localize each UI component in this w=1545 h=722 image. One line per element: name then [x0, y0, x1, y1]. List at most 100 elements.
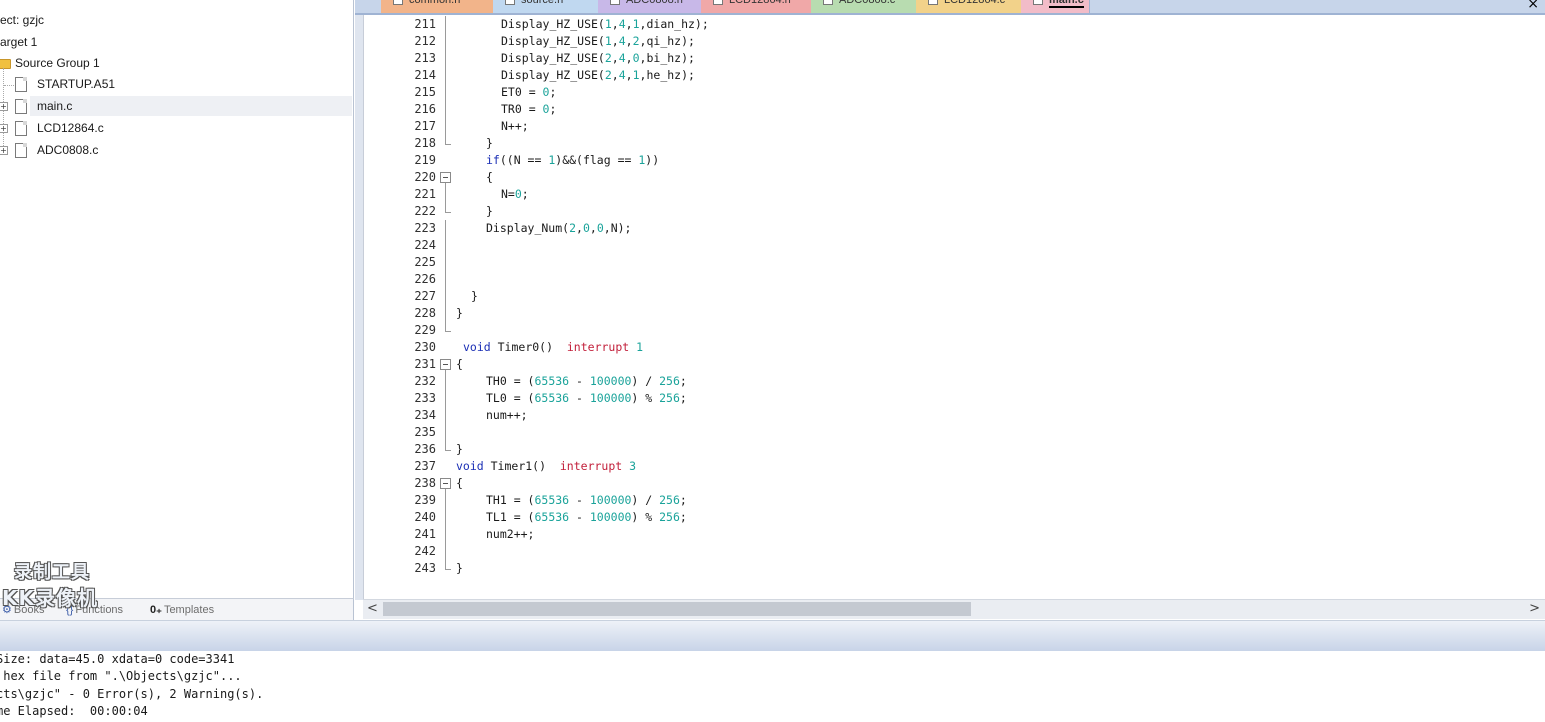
- file-icon: [823, 0, 833, 5]
- templates-icon: 0₊: [150, 604, 162, 616]
- line-number: 230: [414, 340, 436, 354]
- code-line: num2++;: [486, 527, 535, 541]
- target-label: arget 1: [0, 35, 38, 49]
- file-node-main[interactable]: main.c: [30, 96, 352, 116]
- build-output-line: hex file from ".\Objects\gzjc"...: [0, 669, 242, 683]
- code-line: {: [456, 476, 463, 490]
- horizontal-scrollbar[interactable]: < >: [363, 599, 1545, 619]
- project-root[interactable]: ect: gzjc: [0, 10, 44, 30]
- code-line: void Timer1() interrupt 3: [456, 459, 637, 473]
- fold-toggle-icon[interactable]: [440, 172, 451, 183]
- build-output-line: me Elapsed: 00:00:04: [0, 704, 148, 718]
- file-node-startup[interactable]: STARTUP.A51: [37, 74, 115, 94]
- line-number: 238: [414, 476, 436, 490]
- fold-margin: [438, 15, 452, 599]
- code-area[interactable]: Display_HZ_USE(1,4,1,dian_hz); Display_H…: [455, 15, 1545, 599]
- file-icon: [15, 99, 27, 114]
- line-number: 213: [414, 51, 436, 65]
- expand-icon[interactable]: +: [0, 124, 8, 133]
- line-number: 217: [414, 119, 436, 133]
- code-line: }: [486, 136, 493, 150]
- tab-source-h[interactable]: source.h: [493, 0, 599, 13]
- file-icon: [15, 143, 27, 158]
- tab-label: common.h: [409, 0, 461, 6]
- expand-icon[interactable]: +: [0, 146, 8, 155]
- line-number: 236: [414, 442, 436, 456]
- line-number: 233: [414, 391, 436, 405]
- line-number: 232: [414, 374, 436, 388]
- scroll-left-icon[interactable]: <: [367, 601, 378, 616]
- code-line: }: [486, 204, 493, 218]
- line-number: 220: [414, 170, 436, 184]
- file-node-adc[interactable]: ADC0808.c: [37, 140, 98, 160]
- line-number-gutter: 211 212 213 214 215 216 217 218 219 220 221 222 223 2…: [364, 15, 438, 599]
- line-number: 218: [414, 136, 436, 150]
- code-line: TH1 = (65536 - 100000) / 256;: [486, 493, 687, 507]
- expand-icon[interactable]: +: [0, 102, 8, 111]
- project-root-label: ect: gzjc: [0, 13, 45, 27]
- line-number: 234: [414, 408, 436, 422]
- line-number: 237: [414, 459, 436, 473]
- tab-common-h[interactable]: common.h: [381, 0, 494, 13]
- code-line: void Timer0() interrupt 1: [463, 340, 644, 354]
- file-icon: [713, 0, 723, 5]
- tab-lcd12864-c[interactable]: LCD12864.c: [916, 0, 1022, 13]
- tab-adc0808-h[interactable]: ADC0808.h: [598, 0, 702, 13]
- tab-label: LCD12864.c: [944, 0, 1006, 6]
- panel-tab-bar: ⚙ Books {} Functions 0₊ Templates: [0, 598, 354, 621]
- code-line: N=0;: [501, 187, 529, 201]
- line-number: 240: [414, 510, 436, 524]
- fold-toggle-icon[interactable]: [440, 359, 451, 370]
- code-line: N++;: [501, 119, 529, 133]
- line-number: 242: [414, 544, 436, 558]
- scroll-thumb[interactable]: [383, 602, 971, 616]
- folder-icon: [0, 59, 11, 69]
- fold-toggle-icon[interactable]: [440, 478, 451, 489]
- panel-tab-functions[interactable]: {} Functions: [66, 602, 123, 618]
- scroll-right-icon[interactable]: >: [1529, 601, 1540, 616]
- file-icon: [610, 0, 620, 5]
- pane-splitter[interactable]: [0, 620, 1545, 652]
- code-line: ET0 = 0;: [501, 85, 557, 99]
- file-label: LCD12864.c: [37, 121, 104, 135]
- code-editor[interactable]: 211 212 213 214 215 216 217 218 219 220 221 222 223 2…: [363, 15, 1545, 599]
- code-line: }: [456, 561, 463, 575]
- line-number: 215: [414, 85, 436, 99]
- code-line: TH0 = (65536 - 100000) / 256;: [486, 374, 687, 388]
- code-line: TL0 = (65536 - 100000) % 256;: [486, 391, 687, 405]
- line-number: 214: [414, 68, 436, 82]
- file-icon: [15, 121, 27, 136]
- code-line: Display_HZ_USE(1,4,2,qi_hz);: [501, 34, 695, 48]
- line-number: 212: [414, 34, 436, 48]
- panel-tab-books[interactable]: ⚙ Books: [2, 602, 44, 618]
- line-number: 229: [414, 323, 436, 337]
- functions-icon: {}: [66, 604, 74, 616]
- file-icon: [505, 0, 515, 5]
- tab-main-c[interactable]: main.c: [1021, 0, 1090, 13]
- build-output-window: Size: data=45.0 xdata=0 code=3341 hex fi…: [0, 651, 1545, 722]
- line-number: 222: [414, 204, 436, 218]
- file-icon: [928, 0, 938, 5]
- code-line: Display_HZ_USE(1,4,1,dian_hz);: [501, 17, 709, 31]
- line-number: 211: [414, 17, 436, 31]
- code-line: }: [456, 442, 463, 456]
- close-icon[interactable]: ×: [1527, 0, 1539, 12]
- line-number: 228: [414, 306, 436, 320]
- panel-tab-templates[interactable]: 0₊ Templates: [150, 602, 214, 618]
- line-number: 223: [414, 221, 436, 235]
- file-node-lcd[interactable]: LCD12864.c: [37, 118, 104, 138]
- code-line: TR0 = 0;: [501, 102, 557, 116]
- tab-adc0808-c[interactable]: ADC0808.c: [811, 0, 917, 13]
- target-node[interactable]: arget 1: [0, 32, 37, 52]
- code-line: {: [456, 357, 463, 371]
- code-line: Display_HZ_USE(2,4,1,he_hz);: [501, 68, 695, 82]
- code-line: TL1 = (65536 - 100000) % 256;: [486, 510, 687, 524]
- project-panel: ect: gzjc arget 1 Source Group 1 STARTUP…: [0, 0, 354, 598]
- code-line: Display_HZ_USE(2,4,0,bi_hz);: [501, 51, 695, 65]
- file-label: STARTUP.A51: [37, 77, 116, 91]
- line-number: 231: [414, 357, 436, 371]
- source-group-node[interactable]: Source Group 1: [15, 53, 100, 73]
- file-label: ADC0808.c: [37, 143, 99, 157]
- tab-lcd12864-h[interactable]: LCD12864.h: [701, 0, 812, 13]
- line-number: 221: [414, 187, 436, 201]
